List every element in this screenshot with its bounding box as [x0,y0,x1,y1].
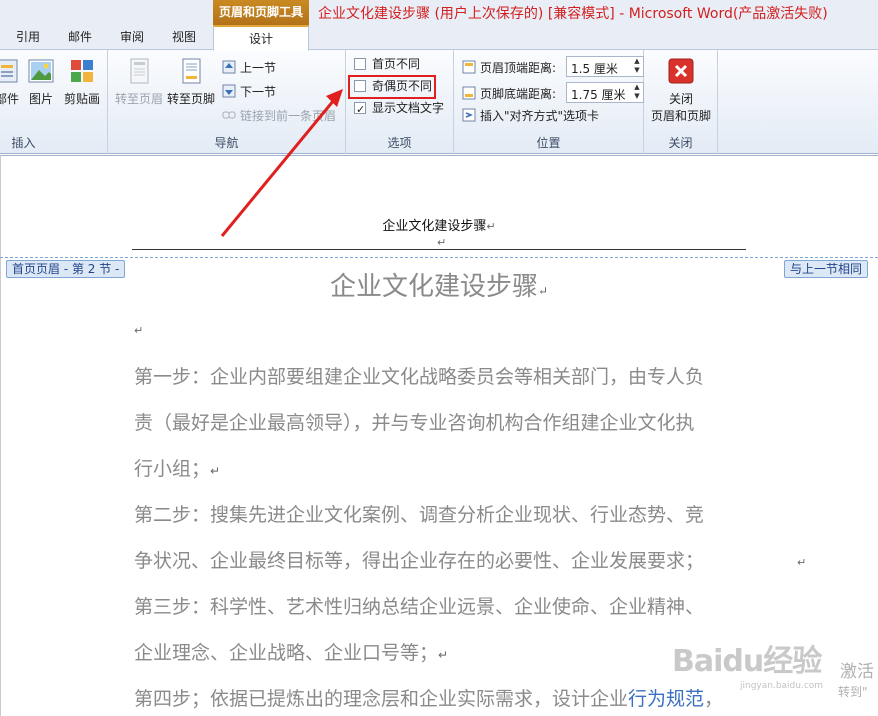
footer-from-bottom-row: 页脚底端距离: 1.75 厘米 ▲ ▼ [462,82,644,104]
tab-view[interactable]: 视图 [160,25,208,50]
previous-section-label: 上一节 [240,61,277,75]
previous-section-icon [222,60,236,74]
behavior-norm-link[interactable]: 行为规范 [628,688,704,710]
next-section-button[interactable]: 下一节 [222,82,276,102]
picture-label: 图片 [28,92,53,106]
goto-header-label: 转至页眉 [114,92,163,106]
group-options: 首页不同 奇偶页不同 显示文档文字 选项 [346,50,454,154]
header-from-top-spinner[interactable]: 1.5 厘米 ▲ ▼ [566,56,644,77]
goto-footer-label: 转至页脚 [166,92,215,106]
title-bar: 页眉和页脚工具 企业文化建设步骤 (用户上次保存的) [兼容模式] - Micr… [0,0,878,25]
previous-section-button[interactable]: 上一节 [222,58,276,78]
link-to-previous-label: 链接到前一条页眉 [240,109,337,123]
close-icon [668,58,694,84]
alignment-tab-icon [462,108,476,122]
body-line[interactable]: 行小组；↵ [134,454,220,481]
link-icon [222,111,236,119]
group-insert: 部件 图片 剪贴画 插入 [0,50,108,154]
clip-art-button[interactable]: 剪贴画 [55,56,109,107]
paragraph-mark-icon: ↵ [537,284,549,298]
activation-subtitle: 转到" [838,685,868,699]
tab-references[interactable]: 引用 [6,25,50,50]
spinner-arrows-icon[interactable]: ▲ ▼ [631,57,643,76]
clip-art-icon [71,60,93,82]
clip-art-label: 剪贴画 [63,92,100,106]
close-header-footer-button[interactable]: 关闭 页眉和页脚 [648,56,714,124]
body-line[interactable]: 企业理念、企业战略、企业口号等；↵ [134,638,448,665]
body-line-text: 行小组； [134,458,211,480]
body-line[interactable]: 责（最好是企业最高领导），并与专业咨询机构合作组建企业文化执 [134,408,695,435]
body-line[interactable]: 第三步：科学性、艺术性归纳总结企业远景、企业使命、企业精神、 [134,592,704,619]
footer-from-bottom-label: 页脚底端距离: [462,85,556,102]
highlight-box [348,75,436,99]
header-boundary [0,257,878,258]
spinner-arrows-icon[interactable]: ▲ ▼ [631,83,643,102]
group-label-navigation: 导航 [214,136,239,150]
paragraph-mark-icon: ↵ [486,220,496,233]
different-first-page-checkbox[interactable]: 首页不同 [354,54,420,74]
group-position: 页眉顶端距离: 1.5 厘米 ▲ ▼ 页脚底端距离: 1.75 厘米 ▲ ▼ 插入"… [454,50,644,154]
header-rule [132,249,746,250]
baidu-watermark-url: jingyan.baidu.com [740,681,824,691]
footer-from-bottom-text: 页脚底端距离: [480,87,557,101]
group-label-close: 关闭 [668,136,693,150]
next-section-icon [222,84,236,98]
paragraph-mark-icon: ↵ [437,236,447,249]
different-first-page-label: 首页不同 [372,57,421,71]
group-label-insert: 插入 [11,136,36,150]
body-line[interactable]: 第一步：企业内部要组建企业文化战略委员会等相关部门，由专人负 [134,362,704,389]
goto-footer-icon [182,58,201,84]
header-text[interactable]: 企业文化建设步骤↵ [0,215,878,234]
body-line-tail: ， [704,688,724,710]
insert-alignment-tab-label: 插入"对齐方式"选项卡 [480,109,600,123]
ribbon: 部件 图片 剪贴画 插入 转至页眉 转至页脚 上一节 下一节 链接到前一条页眉 [0,50,878,154]
header-from-top-label: 页眉顶端距离: [462,59,556,76]
close-label-line2: 页眉和页脚 [650,109,711,123]
different-first-page-box[interactable] [354,58,366,70]
header-position-icon [462,60,476,74]
show-document-text-box[interactable] [354,100,366,120]
tab-mailings[interactable]: 邮件 [56,25,104,50]
body-line-text: 第四步；依据已提炼出的理念层和企业实际需求，设计企业 [134,688,629,710]
insert-alignment-tab-button[interactable]: 插入"对齐方式"选项卡 [462,106,599,126]
empty-paragraph-mark-icon: ↵ [134,324,144,337]
goto-header-button[interactable]: 转至页眉 [112,56,166,107]
document-title[interactable]: 企业文化建设步骤↵ [0,266,878,303]
document-title-text: 企业文化建设步骤 [329,272,538,302]
context-tab-group-header-footer-tools: 页眉和页脚工具 [213,0,309,25]
header-from-top-row: 页眉顶端距离: 1.5 厘米 ▲ ▼ [462,56,644,78]
tab-design[interactable]: 设计 [213,25,309,51]
body-line[interactable]: 第四步；依据已提炼出的理念层和企业实际需求，设计企业行为规范， [134,684,723,711]
footer-from-bottom-spinner[interactable]: 1.75 厘米 ▲ ▼ [566,82,644,103]
baidu-watermark-logo: Baidu经验 [672,644,822,679]
paragraph-mark-icon: ↵ [210,464,221,478]
activation-title: 激活 [840,662,874,682]
header-text-content: 企业文化建设步骤 [382,219,487,234]
window-title: 企业文化建设步骤 (用户上次保存的) [兼容模式] - Microsoft Wo… [318,6,828,22]
header-from-top-text: 页眉顶端距离: [480,61,557,75]
footer-from-bottom-value[interactable]: 1.75 厘米 [571,86,626,103]
page-edge [0,155,1,716]
group-navigation: 转至页眉 转至页脚 上一节 下一节 链接到前一条页眉 导航 [108,50,346,154]
link-to-previous-button[interactable]: 链接到前一条页眉 [222,106,336,126]
next-section-label: 下一节 [240,85,277,99]
goto-header-icon [130,58,149,84]
close-label-line1: 关闭 [668,92,693,106]
paragraph-mark-icon: ↵ [797,556,807,569]
picture-icon [28,59,54,83]
body-line[interactable]: 争状况、企业最终目标等，得出企业存在的必要性、企业发展要求； [134,546,704,573]
group-label-position: 位置 [536,136,561,150]
body-line[interactable]: 第二步：搜集先进企业文化案例、调查分析企业现状、行业态势、竞 [134,500,704,527]
ribbon-tabs: 引用 邮件 审阅 视图 设计 [0,25,878,51]
group-label-options: 选项 [387,136,412,150]
footer-position-icon [462,86,476,100]
show-document-text-label: 显示文档文字 [372,101,445,115]
tab-review[interactable]: 审阅 [108,25,156,50]
goto-footer-button[interactable]: 转至页脚 [164,56,218,107]
header-from-top-value[interactable]: 1.5 厘米 [571,60,618,77]
group-close: 关闭 页眉和页脚 关闭 [644,50,718,154]
show-document-text-checkbox[interactable]: 显示文档文字 [354,98,445,120]
body-line-text: 企业理念、企业战略、企业口号等； [134,642,439,664]
paragraph-mark-icon: ↵ [438,648,449,662]
